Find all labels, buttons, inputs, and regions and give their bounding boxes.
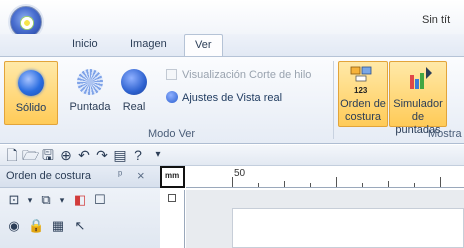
- select-group-icon[interactable]: ⊡: [6, 192, 22, 208]
- grid-icon[interactable]: ▦: [50, 218, 66, 234]
- checkbox-icon: [166, 69, 177, 80]
- close-icon[interactable]: ×: [137, 168, 145, 183]
- title-bar: Sin tít: [0, 0, 464, 38]
- unit-label: mm: [165, 171, 180, 180]
- real-view-settings-button[interactable]: Ajustes de Vista real: [166, 91, 282, 104]
- vertical-ruler: [160, 190, 185, 248]
- ruler-tick: [310, 183, 311, 187]
- real-circle-icon: [121, 69, 147, 95]
- color-icon[interactable]: ◧: [72, 192, 88, 208]
- ruler-tick: [336, 177, 337, 187]
- design-page: [232, 208, 464, 248]
- mostrar-group-label: Mostra: [428, 128, 462, 140]
- ruler-label-50: 50: [234, 168, 246, 179]
- real-view-settings-icon: [166, 91, 178, 103]
- ruler-corner-icon: [168, 194, 176, 202]
- horizontal-ruler: 50: [186, 166, 464, 188]
- group-divider: [333, 61, 334, 139]
- panel-toolbar: ⊡ ▾ ⧉ ▾ ◧ ☐ ◉ 🔒 ▦ ↖: [0, 188, 160, 248]
- new-file-icon[interactable]: 🗋: [4, 147, 20, 163]
- open-file-icon[interactable]: 🗁: [22, 147, 39, 163]
- ruler-tick: [284, 181, 285, 187]
- unit-mm-button[interactable]: mm: [160, 166, 185, 188]
- zoom-icon[interactable]: ⊕: [58, 147, 74, 163]
- lock-icon[interactable]: 🔒: [28, 218, 44, 234]
- order-badge: 123: [354, 86, 368, 95]
- tab-ver[interactable]: Ver: [184, 34, 223, 57]
- solid-circle-icon: [18, 70, 44, 96]
- modo-ver-group-label: Modo Ver: [148, 128, 196, 140]
- customize-icon[interactable]: ▾: [150, 147, 166, 163]
- stitch-simulator-icon: [410, 67, 432, 89]
- ribbon: Sólido Puntada Real Visualización Corte …: [0, 56, 464, 144]
- ruler-tick: [232, 177, 233, 187]
- frame-icon[interactable]: ☐: [92, 192, 108, 208]
- layers-icon[interactable]: ⧉: [38, 192, 54, 208]
- save-icon[interactable]: 🖫: [40, 147, 56, 163]
- ruler-tick: [414, 183, 415, 187]
- window-title: Sin tít: [422, 14, 451, 26]
- stitch-button[interactable]: Puntada: [62, 69, 118, 113]
- visibility-icon[interactable]: ◉: [6, 218, 22, 234]
- help-icon[interactable]: ?: [130, 147, 146, 163]
- ruler-tick: [440, 177, 441, 187]
- ribbon-tab-strip: Inicio Imagen Ver: [0, 34, 464, 57]
- quick-access-toolbar: 🗋 🗁 🖫 ⊕ ↶ ↷ ▤ ? ▾: [0, 145, 464, 166]
- stitch-label: Puntada: [69, 101, 111, 113]
- ruler-tick: [388, 181, 389, 187]
- redo-icon[interactable]: ↷: [94, 147, 110, 163]
- view-icon[interactable]: ▤: [112, 147, 128, 163]
- solid-button[interactable]: Sólido: [4, 61, 58, 125]
- real-label: Real: [122, 101, 146, 113]
- stitch-circle-icon: [77, 69, 103, 95]
- panel-title: Orden de costura: [6, 170, 91, 182]
- dropdown-icon[interactable]: ▾: [22, 192, 38, 208]
- undo-icon[interactable]: ↶: [76, 147, 92, 163]
- real-view-settings-label: Ajustes de Vista real: [182, 92, 283, 104]
- design-canvas[interactable]: [186, 190, 464, 248]
- tab-imagen[interactable]: Imagen: [130, 38, 167, 50]
- app-logo-icon: [20, 16, 34, 30]
- tab-inicio[interactable]: Inicio: [72, 38, 98, 50]
- ruler-tick: [362, 183, 363, 187]
- orden-costura-button[interactable]: 123 Orden de costura: [338, 61, 388, 127]
- orden-costura-label: Orden de costura: [340, 98, 386, 123]
- real-button[interactable]: Real: [116, 69, 152, 113]
- thread-cut-label: Visualización Corte de hilo: [182, 69, 312, 81]
- solid-label: Sólido: [15, 102, 47, 114]
- dropdown-icon[interactable]: ▾: [54, 192, 70, 208]
- orden-costura-panel-header: Orden de costura ᵖ ×: [0, 166, 160, 188]
- simulador-puntadas-button[interactable]: Simulador de puntadas: [389, 61, 447, 136]
- thread-cut-checkbox[interactable]: Visualización Corte de hilo: [166, 69, 311, 81]
- pin-icon[interactable]: ᵖ: [118, 169, 122, 181]
- ruler-tick: [258, 183, 259, 187]
- cursor-icon[interactable]: ↖: [72, 218, 88, 234]
